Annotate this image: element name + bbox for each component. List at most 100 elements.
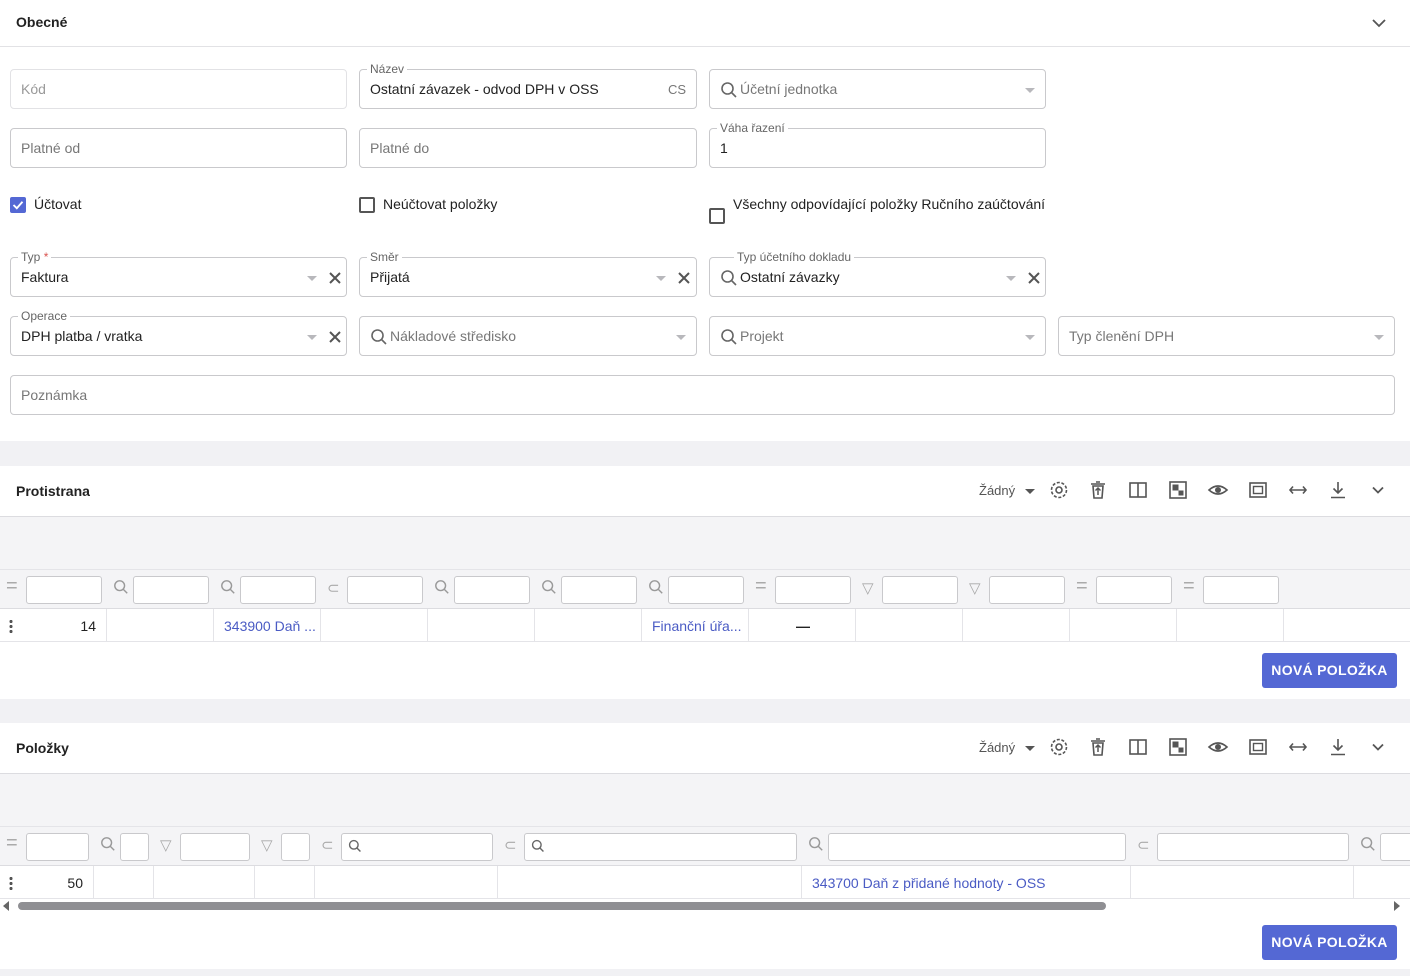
column-filter-input[interactable]: [561, 576, 637, 604]
language-badge[interactable]: CS: [668, 82, 686, 97]
table-cell[interactable]: [856, 609, 963, 642]
table-cell[interactable]: 343700 Daň z přidané hodnoty - OSS: [802, 866, 1131, 899]
nakladove-stredisko-select[interactable]: Nákladové středisko: [359, 316, 697, 356]
search-filter-icon[interactable]: [648, 579, 664, 599]
vsechny-checkbox[interactable]: [709, 208, 725, 224]
equals-filter-icon[interactable]: =: [1076, 575, 1088, 598]
dropdown-caret-icon[interactable]: [307, 335, 317, 340]
equals-filter-icon[interactable]: =: [6, 575, 18, 598]
table-cell[interactable]: [535, 609, 642, 642]
dropdown-caret-icon[interactable]: [1374, 335, 1384, 340]
poznamka-field[interactable]: Poznámka: [10, 375, 1395, 415]
search-filter-icon[interactable]: [113, 579, 129, 599]
typ-dokladu-select[interactable]: Typ účetního dokladu Ostatní závazky: [709, 250, 1046, 297]
column-filter-input[interactable]: [1203, 576, 1279, 604]
table-cell[interactable]: 343900 Daň ...: [214, 609, 321, 642]
neuctovat-checkbox[interactable]: [359, 197, 375, 213]
table-cell[interactable]: 50: [0, 866, 94, 899]
settings-icon[interactable]: [1048, 736, 1070, 758]
dropdown-caret-icon[interactable]: [1025, 335, 1035, 340]
download-icon[interactable]: [1327, 736, 1349, 758]
scrollbar-thumb[interactable]: [18, 902, 1106, 910]
view-selector[interactable]: Žádný: [979, 483, 1037, 501]
table-cell[interactable]: [428, 609, 535, 642]
projekt-select[interactable]: Projekt: [709, 316, 1046, 356]
chevron-down-icon[interactable]: [1369, 13, 1389, 33]
view-selector[interactable]: Žádný: [979, 740, 1037, 758]
search-filter-icon[interactable]: [808, 836, 824, 856]
dropdown-caret-icon[interactable]: [676, 335, 686, 340]
settings-icon[interactable]: [1048, 479, 1070, 501]
columns-icon[interactable]: [1127, 736, 1149, 758]
clear-icon[interactable]: [676, 270, 692, 286]
general-header[interactable]: Obecné: [0, 0, 1410, 47]
table-cell[interactable]: [498, 866, 802, 899]
clear-icon[interactable]: [1026, 270, 1042, 286]
ucet-link[interactable]: 343700 Daň z přidané hodnoty - OSS: [812, 875, 1046, 891]
column-filter-input[interactable]: [454, 576, 530, 604]
vaha-razeni-field[interactable]: Váha řazení 1: [709, 121, 1046, 168]
download-icon[interactable]: [1327, 479, 1349, 501]
column-filter-input[interactable]: [347, 576, 423, 604]
eye-icon[interactable]: [1207, 736, 1229, 758]
dropdown-caret-icon[interactable]: [1006, 276, 1016, 281]
column-filter-input[interactable]: [989, 576, 1065, 604]
dropdown-caret-icon[interactable]: [656, 276, 666, 281]
contains-filter-icon[interactable]: ⊂: [321, 836, 334, 854]
typ-cleneni-dph-select[interactable]: Typ členění DPH: [1058, 316, 1395, 356]
funnel-filter-icon[interactable]: ▽: [160, 836, 172, 854]
chevron-down-icon[interactable]: [1367, 736, 1389, 758]
table-cell[interactable]: [1131, 866, 1354, 899]
table-cell[interactable]: —: [749, 609, 856, 642]
clear-icon[interactable]: [327, 329, 343, 345]
table-cell[interactable]: [94, 866, 154, 899]
table-cell[interactable]: [154, 866, 255, 899]
expand-width-icon[interactable]: [1287, 479, 1309, 501]
column-filter-input[interactable]: [341, 833, 493, 861]
search-filter-icon[interactable]: [541, 579, 557, 599]
uctovat-checkbox[interactable]: [10, 197, 26, 213]
table-cell[interactable]: [963, 609, 1070, 642]
table-cell[interactable]: Finanční úřa...: [642, 609, 749, 642]
column-filter-input[interactable]: [133, 576, 209, 604]
clear-icon[interactable]: [327, 270, 343, 286]
column-filter-input[interactable]: [281, 833, 310, 861]
column-filter-input[interactable]: [26, 833, 89, 861]
nova-polozka-button[interactable]: NOVÁ POLOŽKA: [1262, 653, 1397, 688]
column-filter-input[interactable]: [240, 576, 316, 604]
column-filter-input[interactable]: [775, 576, 851, 604]
equals-filter-icon[interactable]: =: [1183, 575, 1195, 598]
column-filter-input[interactable]: [1157, 833, 1349, 861]
platne-od-field[interactable]: Platné od: [10, 128, 347, 168]
table-cell[interactable]: [315, 866, 498, 899]
contains-filter-icon[interactable]: ⊂: [1137, 836, 1150, 854]
column-filter-input[interactable]: [828, 833, 1126, 861]
column-filter-input[interactable]: [1380, 833, 1410, 861]
kod-field[interactable]: Kód: [10, 69, 347, 109]
dropdown-caret-icon[interactable]: [307, 276, 317, 281]
chevron-down-icon[interactable]: [1367, 479, 1389, 501]
column-filter-input[interactable]: [120, 833, 149, 861]
nova-polozka-button[interactable]: NOVÁ POLOŽKA: [1262, 925, 1397, 960]
equals-filter-icon[interactable]: =: [6, 832, 18, 855]
fullscreen-icon[interactable]: [1247, 736, 1269, 758]
table-cell[interactable]: [107, 609, 214, 642]
scroll-right-icon[interactable]: [1394, 901, 1400, 911]
column-filter-input[interactable]: [882, 576, 958, 604]
platne-do-field[interactable]: Platné do: [359, 128, 697, 168]
column-filter-input[interactable]: [180, 833, 250, 861]
funnel-filter-icon[interactable]: ▽: [261, 836, 273, 854]
table-row[interactable]: 50 343700 Daň z přidané hodnoty - OSS: [0, 866, 1410, 899]
table-cell[interactable]: 14: [0, 609, 107, 642]
spolecnost-link[interactable]: Finanční úřa...: [652, 618, 742, 634]
column-filter-input[interactable]: [1096, 576, 1172, 604]
search-filter-icon[interactable]: [434, 579, 450, 599]
columns-icon[interactable]: [1127, 479, 1149, 501]
horizontal-scrollbar[interactable]: [0, 899, 1410, 913]
smer-select[interactable]: Směr Přijatá: [359, 250, 697, 297]
search-filter-icon[interactable]: [1360, 836, 1376, 856]
search-filter-icon[interactable]: [220, 579, 236, 599]
layout-icon[interactable]: [1167, 736, 1189, 758]
ucetni-jednotka-select[interactable]: Účetní jednotka: [709, 69, 1046, 109]
nazev-field[interactable]: Název Ostatní závazek - odvod DPH v OSS …: [359, 62, 697, 109]
